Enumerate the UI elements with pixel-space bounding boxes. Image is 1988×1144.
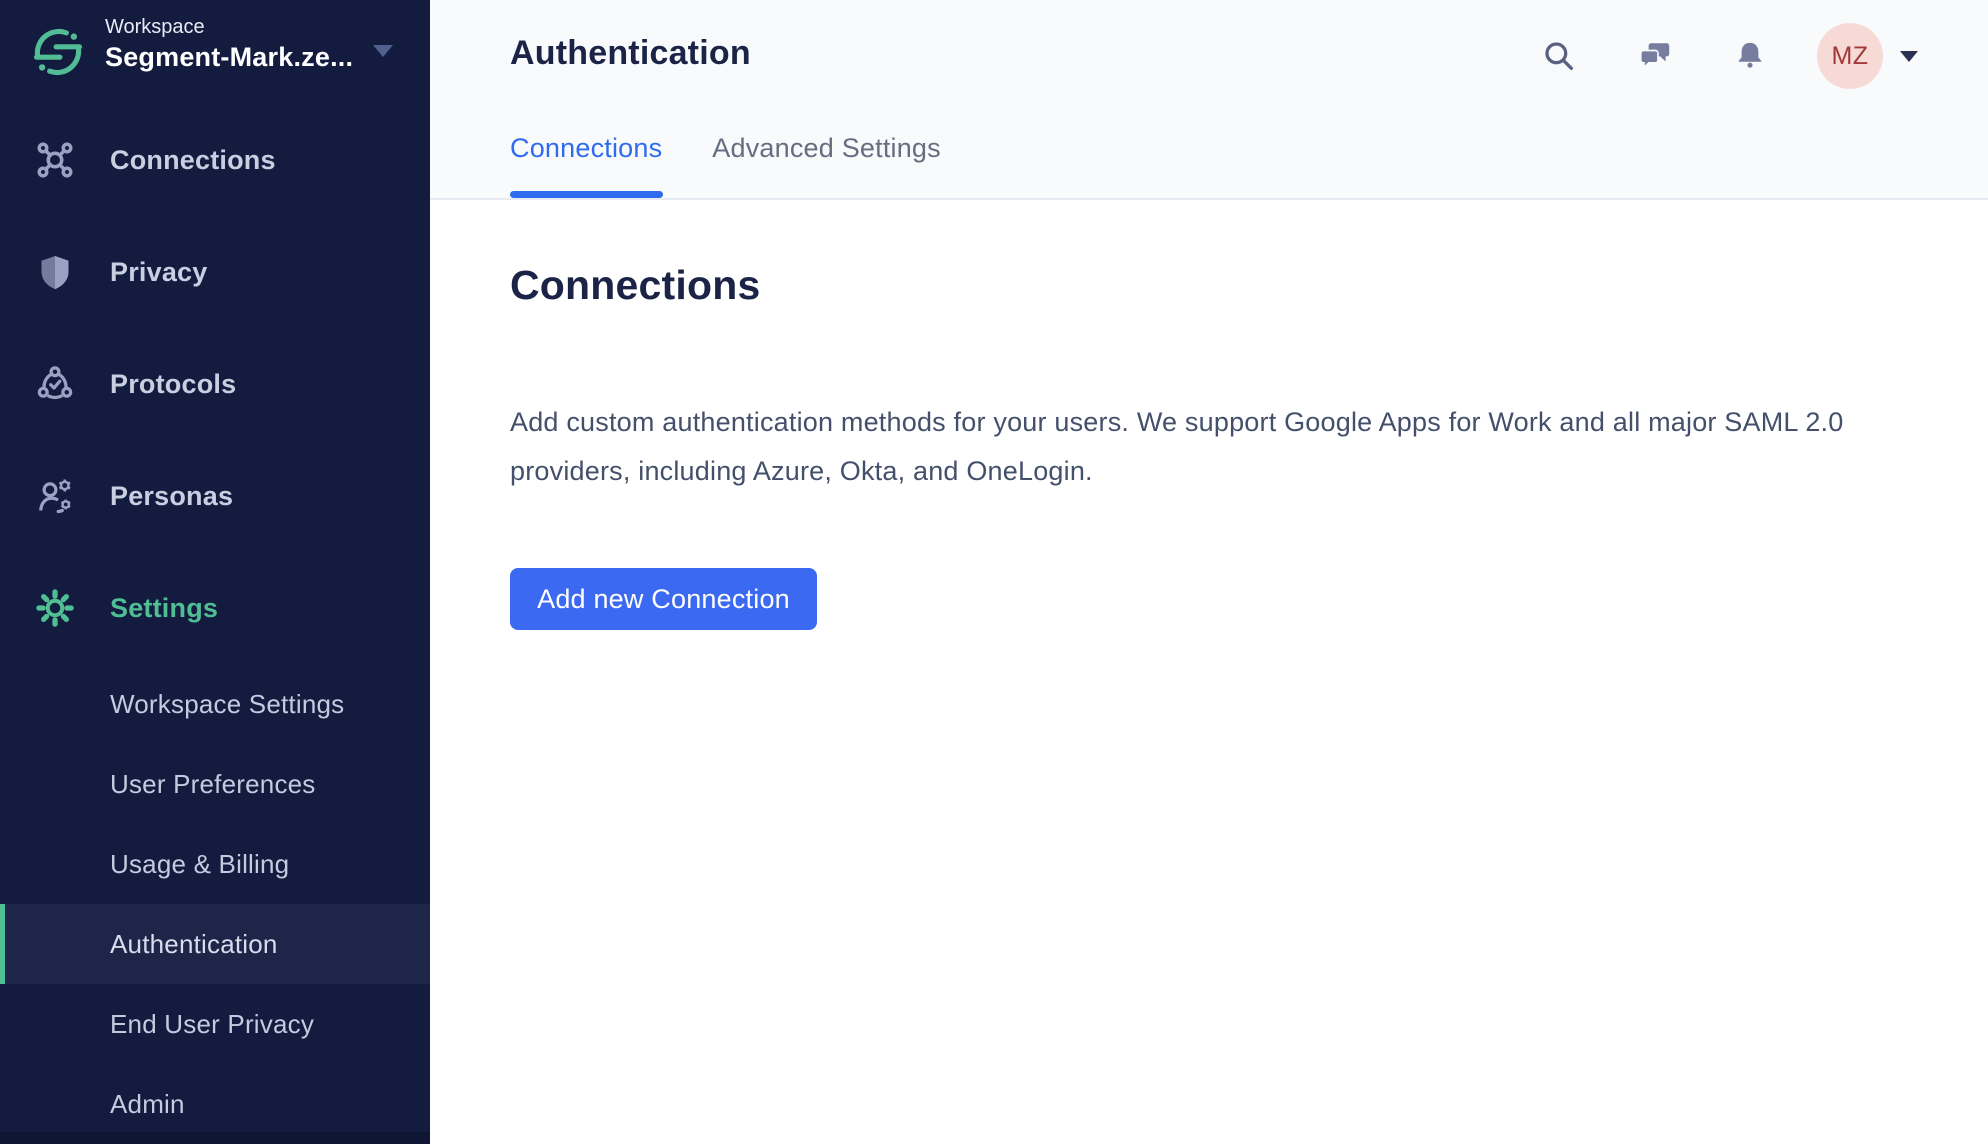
sidebar-item-settings[interactable]: Settings xyxy=(0,552,430,664)
bell-icon[interactable] xyxy=(1733,39,1767,78)
sidebar-nav: Connections Privacy xyxy=(0,104,430,1144)
header-actions: MZ xyxy=(430,0,1988,112)
sidebar-item-user-preferences[interactable]: User Preferences xyxy=(0,744,430,824)
protocols-icon xyxy=(33,362,77,406)
page-header: Authentication xyxy=(430,0,1988,200)
sidebar-item-label: Privacy xyxy=(110,257,207,288)
add-new-connection-button[interactable]: Add new Connection xyxy=(510,568,817,630)
sidebar-item-label: Settings xyxy=(110,593,218,624)
tab-bar: Connections Advanced Settings xyxy=(510,133,941,164)
sidebar-item-privacy[interactable]: Privacy xyxy=(0,216,430,328)
section-description: Add custom authentication methods for yo… xyxy=(510,398,1945,496)
sidebar-item-personas[interactable]: Personas xyxy=(0,440,430,552)
sub-item-label: Usage & Billing xyxy=(110,849,289,880)
app-root: Workspace Segment-Mark.ze... Connections xyxy=(0,0,1988,1144)
search-icon[interactable] xyxy=(1542,39,1576,78)
gear-icon xyxy=(33,586,77,630)
sidebar-item-label: Protocols xyxy=(110,369,236,400)
sidebar-item-label: Personas xyxy=(110,481,233,512)
tab-advanced-settings[interactable]: Advanced Settings xyxy=(712,133,941,164)
content-area: Connections Add custom authentication me… xyxy=(430,200,1988,1144)
sub-item-label: Authentication xyxy=(110,929,278,960)
workspace-label: Workspace xyxy=(105,14,353,40)
chevron-down-icon[interactable] xyxy=(1900,51,1918,62)
sidebar-bottom-strip xyxy=(0,1132,430,1144)
settings-sub-menu: Workspace Settings User Preferences Usag… xyxy=(0,664,430,1144)
sidebar-item-end-user-privacy[interactable]: End User Privacy xyxy=(0,984,430,1064)
sidebar-item-protocols[interactable]: Protocols xyxy=(0,328,430,440)
avatar[interactable]: MZ xyxy=(1817,23,1883,89)
section-heading: Connections xyxy=(510,262,760,309)
chat-icon[interactable] xyxy=(1638,39,1672,78)
workspace-switcher[interactable]: Workspace Segment-Mark.ze... xyxy=(0,0,430,104)
sidebar-item-workspace-settings[interactable]: Workspace Settings xyxy=(0,664,430,744)
sub-item-label: End User Privacy xyxy=(110,1009,314,1040)
main-panel: Authentication xyxy=(430,0,1988,1144)
shield-icon xyxy=(33,250,77,294)
sidebar-item-connections[interactable]: Connections xyxy=(0,104,430,216)
workspace-name: Segment-Mark.ze... xyxy=(105,40,353,74)
avatar-initials: MZ xyxy=(1831,42,1868,71)
active-tab-underline xyxy=(510,191,663,198)
connections-icon xyxy=(33,138,77,182)
personas-icon xyxy=(33,474,77,518)
sidebar-item-authentication[interactable]: Authentication xyxy=(0,904,430,984)
chevron-down-icon[interactable] xyxy=(373,45,393,57)
sidebar-item-usage-billing[interactable]: Usage & Billing xyxy=(0,824,430,904)
sub-item-label: Workspace Settings xyxy=(110,689,344,720)
sidebar-item-label: Connections xyxy=(110,145,276,176)
sub-item-label: Admin xyxy=(110,1089,185,1120)
tab-connections[interactable]: Connections xyxy=(510,133,662,164)
workspace-text-block: Workspace Segment-Mark.ze... xyxy=(105,14,353,74)
sidebar: Workspace Segment-Mark.ze... Connections xyxy=(0,0,430,1144)
segment-logo-icon xyxy=(30,24,86,80)
sub-item-label: User Preferences xyxy=(110,769,316,800)
